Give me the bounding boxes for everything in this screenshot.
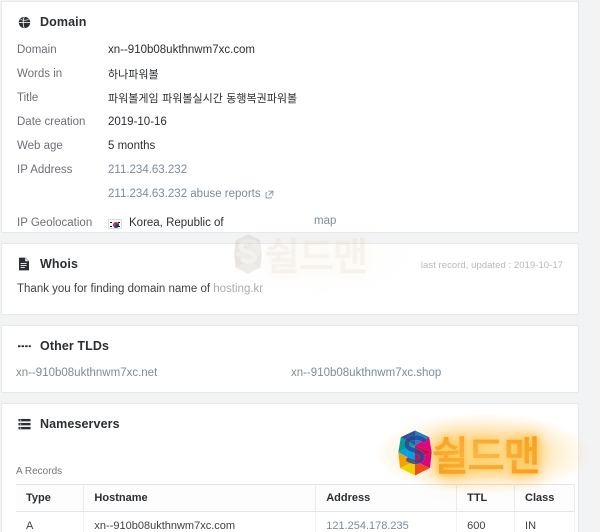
whois-card: Whois last record, updated : 2019-10-17 … <box>1 243 579 315</box>
whois-last-record: last record, updated : 2019-10-17 <box>420 260 563 271</box>
row-value-title: 파워볼게임 파워볼실시간 동행복권파워볼 <box>108 92 298 105</box>
abuse-reports-wrapper: 211.234.63.232 abuse reports <box>108 186 274 203</box>
tld-link-net[interactable]: xn--910b08ukthnwm7xc.net <box>16 367 157 379</box>
other-tlds-list: xn--910b08ukthnwm7xc.net xn--910b08ukthn… <box>2 353 578 379</box>
cell-hostname: xn--910b08ukthnwm7xc.com <box>83 511 317 532</box>
domain-report-page: Domain Domain xn--910b08ukthnwm7xc.com W… <box>0 0 600 532</box>
whois-body-prefix: Thank you for finding domain name of <box>17 283 214 295</box>
other-tlds-section-header: Other TLDs <box>2 326 578 353</box>
geolocation-country: Korea, Republic of <box>129 217 224 229</box>
table-header-ttl[interactable]: TTL <box>456 484 516 512</box>
globe-icon <box>17 15 31 29</box>
whois-body-suffix: hosting.kr <box>213 283 264 295</box>
other-tlds-card: Other TLDs xn--910b08ukthnwm7xc.net xn--… <box>1 325 579 393</box>
cell-type: A <box>16 511 85 532</box>
row-words-in: Words in 하나파워볼 <box>2 66 578 90</box>
table-header-type[interactable]: Type <box>16 484 85 512</box>
domain-section-title: Domain <box>40 15 87 29</box>
nameservers-card: Nameservers A Records Type Hostname Addr… <box>1 403 579 532</box>
cell-address: 121.254.178.235 <box>315 511 458 532</box>
whois-section-header: Whois last record, updated : 2019-10-17 <box>2 244 578 271</box>
row-ip-address: IP Address 211.234.63.232 <box>2 162 578 186</box>
map-link[interactable]: map <box>314 215 336 227</box>
korea-flag-icon <box>108 218 122 229</box>
domain-rows: Domain xn--910b08ukthnwm7xc.com Words in… <box>2 29 578 238</box>
a-records-table: Type Hostname Address TTL Class A xn--91… <box>16 484 575 532</box>
server-icon <box>17 417 31 431</box>
table-header-row: Type Hostname Address TTL Class <box>16 484 575 512</box>
row-ip-geolocation: IP Geolocation Korea, Republic of map <box>2 210 578 238</box>
nameservers-section-title: Nameservers <box>40 417 120 431</box>
table-header-class[interactable]: Class <box>514 484 575 512</box>
row-value-domain: xn--910b08ukthnwm7xc.com <box>108 44 256 56</box>
row-value-words-in: 하나파워볼 <box>108 68 159 81</box>
external-link-icon <box>265 190 274 199</box>
row-label-ip-address: IP Address <box>17 164 73 176</box>
cell-ttl: 600 <box>456 511 516 532</box>
row-date-creation: Date creation 2019-10-16 <box>2 114 578 138</box>
row-label-words-in: Words in <box>17 68 63 80</box>
table-header-hostname[interactable]: Hostname <box>83 484 317 512</box>
abuse-reports-link[interactable]: 211.234.63.232 abuse reports <box>108 186 261 203</box>
row-label-title: Title <box>17 92 39 104</box>
tld-item-1-wrapper: xn--910b08ukthnwm7xc.shop <box>291 367 441 379</box>
row-label-ip-geolocation: IP Geolocation <box>17 217 93 229</box>
cell-class: IN <box>514 511 575 532</box>
table-header-address[interactable]: Address <box>315 484 458 512</box>
tld-item-0-wrapper: xn--910b08ukthnwm7xc.net <box>16 367 291 379</box>
nameservers-section-header: Nameservers <box>2 404 578 431</box>
table-row: A xn--910b08ukthnwm7xc.com 121.254.178.2… <box>16 511 575 532</box>
row-value-date-creation: 2019-10-16 <box>108 116 167 128</box>
document-icon <box>17 257 31 271</box>
row-label-web-age: Web age <box>17 140 63 152</box>
row-value-web-age: 5 months <box>108 140 156 152</box>
a-records-label: A Records <box>16 466 63 477</box>
domain-card: Domain Domain xn--910b08ukthnwm7xc.com W… <box>1 1 579 233</box>
whois-body: Thank you for finding domain name of hos… <box>2 271 578 295</box>
row-label-date-creation: Date creation <box>17 116 86 128</box>
domain-section-header: Domain <box>2 2 578 29</box>
ip-address-link[interactable]: 211.234.63.232 <box>108 162 187 179</box>
row-web-age: Web age 5 months <box>2 138 578 162</box>
row-abuse-reports: 211.234.63.232 abuse reports <box>2 186 578 210</box>
whois-section-title: Whois <box>40 257 78 271</box>
dots-icon <box>17 339 31 353</box>
other-tlds-section-title: Other TLDs <box>40 339 110 353</box>
row-domain: Domain xn--910b08ukthnwm7xc.com <box>2 42 578 66</box>
tld-link-shop[interactable]: xn--910b08ukthnwm7xc.shop <box>291 367 441 379</box>
row-title: Title 파워볼게임 파워볼실시간 동행복권파워볼 <box>2 90 578 114</box>
ip-geolocation-value: Korea, Republic of <box>108 215 224 232</box>
row-label-domain: Domain <box>17 44 57 56</box>
